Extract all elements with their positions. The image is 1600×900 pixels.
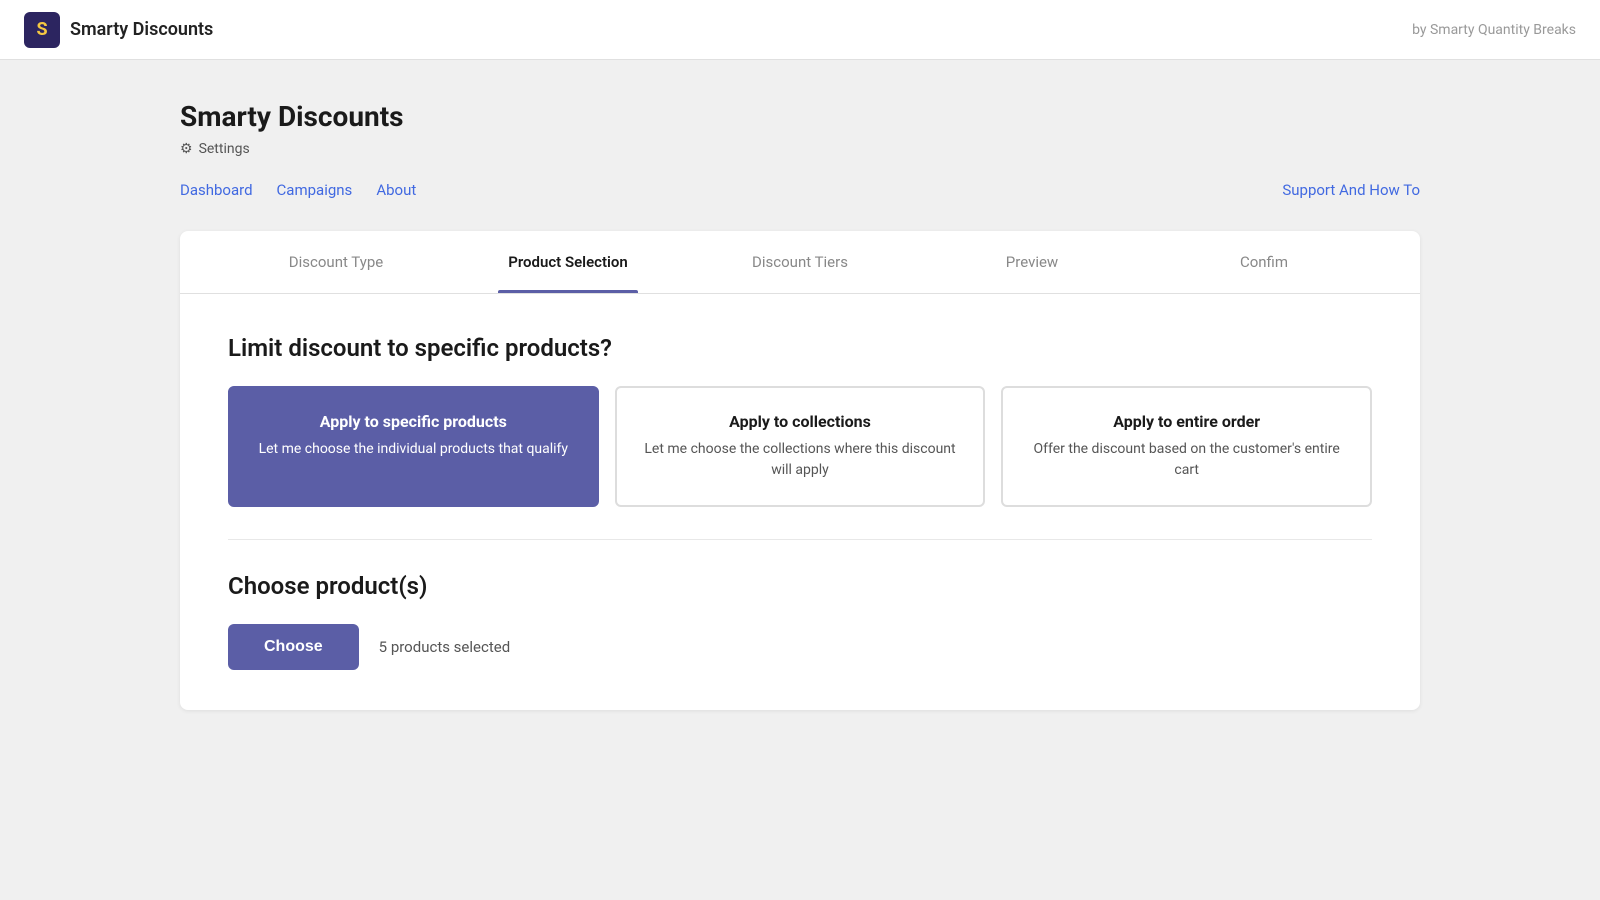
option-collections[interactable]: Apply to collections Let me choose the c… — [615, 386, 986, 507]
page-header: Smarty Discounts ⚙ Settings — [180, 100, 1420, 157]
section-divider — [228, 539, 1372, 540]
app-logo: S — [24, 12, 60, 48]
app-subtitle: by Smarty Quantity Breaks — [1412, 22, 1576, 38]
choose-row: Choose 5 products selected — [228, 624, 1372, 670]
option-entire-order-desc: Offer the discount based on the customer… — [1023, 439, 1350, 481]
settings-link[interactable]: ⚙ Settings — [180, 141, 1420, 157]
nav-link-campaigns[interactable]: Campaigns — [277, 181, 353, 199]
tab-discount-type[interactable]: Discount Type — [220, 231, 452, 293]
nav-links-left: Dashboard Campaigns About — [180, 181, 416, 199]
main-content: Smarty Discounts ⚙ Settings Dashboard Ca… — [100, 60, 1500, 750]
wizard-tabs: Discount Type Product Selection Discount… — [180, 231, 1420, 294]
option-entire-order[interactable]: Apply to entire order Offer the discount… — [1001, 386, 1372, 507]
option-cards: Apply to specific products Let me choose… — [228, 386, 1372, 507]
option-entire-order-title: Apply to entire order — [1023, 412, 1350, 431]
nav-link-dashboard[interactable]: Dashboard — [180, 181, 253, 199]
option-collections-title: Apply to collections — [637, 412, 964, 431]
choose-button[interactable]: Choose — [228, 624, 359, 670]
section-heading: Limit discount to specific products? — [228, 334, 1372, 362]
option-specific-products[interactable]: Apply to specific products Let me choose… — [228, 386, 599, 507]
products-selected-text: 5 products selected — [379, 638, 510, 656]
nav-links: Dashboard Campaigns About Support And Ho… — [180, 173, 1420, 207]
tab-confirm[interactable]: Confim — [1148, 231, 1380, 293]
card-body: Limit discount to specific products? App… — [180, 294, 1420, 710]
option-specific-products-desc: Let me choose the individual products th… — [250, 439, 577, 460]
gear-icon: ⚙ — [180, 141, 193, 157]
option-collections-desc: Let me choose the collections where this… — [637, 439, 964, 481]
logo-char: S — [36, 19, 47, 40]
tab-product-selection[interactable]: Product Selection — [452, 231, 684, 293]
settings-label: Settings — [199, 141, 250, 157]
nav-link-about[interactable]: About — [376, 181, 416, 199]
support-link[interactable]: Support And How To — [1282, 181, 1420, 199]
main-card: Discount Type Product Selection Discount… — [180, 231, 1420, 710]
option-specific-products-title: Apply to specific products — [250, 412, 577, 431]
tab-preview[interactable]: Preview — [916, 231, 1148, 293]
app-name: Smarty Discounts — [70, 19, 213, 40]
tab-discount-tiers[interactable]: Discount Tiers — [684, 231, 916, 293]
nav-left: S Smarty Discounts — [24, 12, 213, 48]
page-title: Smarty Discounts — [180, 100, 1420, 133]
choose-products-heading: Choose product(s) — [228, 572, 1372, 600]
top-navigation: S Smarty Discounts by Smarty Quantity Br… — [0, 0, 1600, 60]
